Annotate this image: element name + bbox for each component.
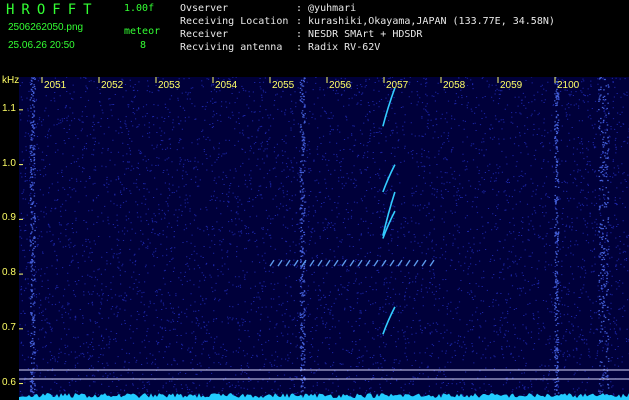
noise-speckle [19,77,629,400]
location-value: : kurashiki,Okayama,JAPAN (133.77E, 34.5… [296,16,555,27]
interference-band-3 [598,77,610,400]
x-tick-label: 2056 [329,80,352,91]
receiver-label: Receiver [180,29,229,40]
y-tick-label: 0.8 [2,267,16,279]
app-brand: HROFFT [6,2,99,18]
spectrogram-svg [19,77,629,400]
x-tick-label: 2058 [443,80,466,91]
meteor-echo-1 [382,164,396,193]
noise-floor [19,393,629,400]
x-tick-label: 2057 [386,80,409,91]
meteor-count: 8 [140,40,147,51]
x-tick-label: 2053 [158,80,181,91]
date-time: 25.06.26 20:50 [8,40,75,51]
header-panel: HROFFT 1.00f 2506262050.png meteor 25.06… [0,0,629,75]
x-tick-label: 2052 [101,80,124,91]
x-tick-label: 2054 [215,80,238,91]
y-tick-label: 1.1 [2,102,16,114]
y-axis-label: kHz [2,75,20,86]
location-label: Receiving Location [180,16,289,27]
meteor-echo-2 [382,210,396,239]
receiver-value: : NESDR SMArt + HDSDR [296,29,423,40]
spectrogram-plot [19,77,629,400]
y-tick-label: 0.7 [2,321,16,333]
y-tick-label: 0.9 [2,212,16,224]
meteor-label: meteor [124,26,161,37]
app-version: 1.00f [124,3,155,14]
carrier-signal [269,259,435,267]
x-tick-label: 2059 [500,80,523,91]
observer-label: Ovserver [180,3,229,14]
x-tick-label: 2051 [44,80,67,91]
x-tick-label: 2055 [272,80,295,91]
interference-band-2 [554,77,560,400]
antenna-label: Recviving antenna [180,42,283,53]
y-tick-label: 0.6 [2,376,16,388]
meteor-echo-4 [382,306,396,335]
x-tick-label: 2100 [557,80,580,91]
antenna-value: : Radix RV-62V [296,42,381,53]
observer-value: : @yuhmari [296,3,357,14]
file-name: 2506262050.png [8,22,84,33]
y-tick-label: 1.0 [2,157,16,169]
